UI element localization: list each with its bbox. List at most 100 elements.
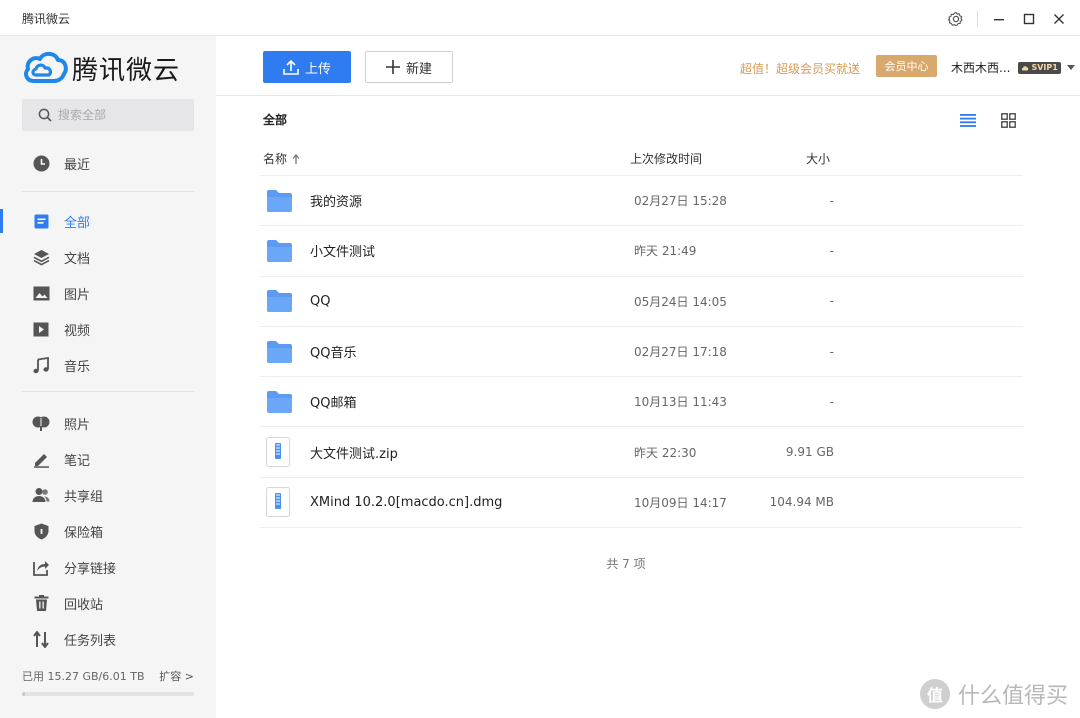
file-name: QQ邮箱 <box>310 396 357 412</box>
vip-promo-link[interactable]: 超值！超级会员买就送 <box>740 60 860 77</box>
breadcrumb: 全部 <box>263 113 288 127</box>
logo-text: 腾讯微云 <box>72 56 181 86</box>
sidebar-item-label: 分享链接 <box>64 561 117 577</box>
document-icon <box>32 212 50 230</box>
app-logo[interactable]: 腾讯微云 <box>22 50 180 87</box>
play-icon <box>32 320 50 338</box>
watermark: 值 什么值得买 <box>919 678 1068 710</box>
sidebar-item-label: 音乐 <box>64 359 91 375</box>
search-icon <box>38 108 52 122</box>
cloud-badge-icon <box>1022 65 1029 70</box>
sidebar-item-videos[interactable]: 视频 <box>0 311 216 347</box>
minimize-icon[interactable] <box>988 8 1010 30</box>
folder-icon <box>260 390 304 414</box>
sidebar-item-docs[interactable]: 文档 <box>0 239 216 275</box>
file-size: 104.94 MB <box>769 495 834 510</box>
new-button[interactable]: 新建 <box>365 51 453 83</box>
file-size: - <box>829 344 834 359</box>
file-row[interactable]: 我的资源 02月27日 15:28 - <box>260 176 1023 227</box>
trash-icon <box>32 594 50 612</box>
nav-group-tools: 照片 笔记 共享组 保险箱 分享链接 回收站 任务列表 <box>0 405 216 657</box>
storage-usage-text: 已用 15.27 GB/6.01 TB <box>22 670 145 683</box>
sidebar-item-groups[interactable]: 共享组 <box>0 477 216 513</box>
folder-icon <box>260 239 304 263</box>
file-size: 9.91 GB <box>785 445 834 460</box>
window-controls <box>937 8 1070 30</box>
shield-icon <box>32 522 50 540</box>
user-menu[interactable]: 木西木西... SVIP1 <box>951 59 1075 76</box>
sidebar-item-label: 照片 <box>64 417 91 433</box>
sidebar-item-tasks[interactable]: 任务列表 <box>0 621 216 657</box>
file-modified-time: 昨天 22:30 <box>634 445 697 460</box>
upload-icon <box>283 59 299 75</box>
sidebar-item-vault[interactable]: 保险箱 <box>0 513 216 549</box>
grid-view-icon[interactable] <box>998 110 1018 130</box>
file-row[interactable]: QQ音乐 02月27日 17:18 - <box>260 327 1023 378</box>
separator <box>977 11 978 27</box>
file-modified-time: 10月09日 14:17 <box>634 495 727 510</box>
divider <box>22 191 194 192</box>
sidebar-item-all[interactable]: 全部 <box>0 203 216 239</box>
file-row[interactable]: 小文件测试 昨天 21:49 - <box>260 226 1023 277</box>
column-header-name[interactable]: 名称 <box>260 150 630 167</box>
close-icon[interactable] <box>1048 8 1070 30</box>
sidebar-item-music[interactable]: 音乐 <box>0 347 216 383</box>
storage-info: 已用 15.27 GB/6.01 TB 扩容 > <box>22 668 194 696</box>
storage-progress-bar <box>22 692 194 696</box>
sidebar-item-label: 图片 <box>64 287 91 303</box>
list-view-icon[interactable] <box>958 110 978 130</box>
search-input[interactable] <box>58 108 178 122</box>
layers-icon <box>32 248 50 266</box>
watermark-logo: 值 <box>919 679 950 709</box>
sidebar-item-label: 笔记 <box>64 453 91 469</box>
folder-icon <box>260 289 304 313</box>
file-row[interactable]: XMind 10.2.0[macdo.cn].dmg 10月09日 14:17 10… <box>260 478 1023 529</box>
file-name: QQ音乐 <box>310 346 357 362</box>
divider <box>22 391 194 392</box>
sidebar-item-label: 视频 <box>64 323 91 339</box>
sidebar-item-recycle-bin[interactable]: 回收站 <box>0 585 216 621</box>
file-size: - <box>829 243 834 258</box>
file-modified-time: 10月13日 11:43 <box>634 395 727 410</box>
file-name: QQ <box>310 293 331 309</box>
upload-button-label: 上传 <box>304 61 331 77</box>
music-icon <box>32 356 50 374</box>
main-content: 全部 名称 上次修改时间 大小 我的资源 02月27日 15:28- 小文件测试 昨天… <box>216 97 1080 718</box>
file-row[interactable]: QQ 05月24日 14:05 - <box>260 277 1023 327</box>
sidebar-item-images[interactable]: 图片 <box>0 275 216 311</box>
sidebar-item-label: 回收站 <box>64 597 104 613</box>
file-row[interactable]: 大文件测试.zip 昨天 22:30 9.91 GB <box>260 427 1023 478</box>
username: 木西木西... <box>951 61 1011 75</box>
title-bar: 腾讯微云 <box>0 0 1080 36</box>
clock-icon <box>32 154 50 172</box>
top-toolbar: 上传 新建 超值！超级会员买就送 会员中心 木西木西... SVIP1 <box>216 36 1080 96</box>
expand-storage-link[interactable]: 扩容 > <box>159 668 194 684</box>
sidebar: 腾讯微云 最近 全部 文档 图 <box>0 36 216 718</box>
sidebar-item-label: 最近 <box>64 157 91 173</box>
transfer-icon <box>32 630 50 648</box>
file-name: 大文件测试.zip <box>310 446 398 462</box>
file-row[interactable]: QQ邮箱 10月13日 11:43 - <box>260 377 1023 428</box>
gear-icon[interactable] <box>945 8 967 30</box>
sidebar-item-label: 保险箱 <box>64 525 104 541</box>
sidebar-item-recent[interactable]: 最近 <box>0 145 216 181</box>
sidebar-item-notes[interactable]: 笔记 <box>0 441 216 477</box>
upload-button[interactable]: 上传 <box>263 51 351 83</box>
file-name: 小文件测试 <box>310 245 376 261</box>
file-table: 名称 上次修改时间 大小 我的资源 02月27日 15:28 - 小文件测试 昨天 21… <box>260 142 1023 529</box>
search-box[interactable] <box>22 99 194 131</box>
folder-icon <box>260 189 304 213</box>
vip-center-button[interactable]: 会员中心 <box>876 55 937 77</box>
sidebar-item-share-links[interactable]: 分享链接 <box>0 549 216 585</box>
sidebar-item-photos[interactable]: 照片 <box>0 405 216 441</box>
column-header-size[interactable]: 大小 <box>780 150 880 167</box>
window-title: 腾讯微云 <box>22 12 71 26</box>
file-size: - <box>829 294 834 309</box>
sidebar-item-label: 全部 <box>64 215 91 231</box>
file-size: - <box>829 193 834 208</box>
column-header-modified[interactable]: 上次修改时间 <box>630 150 780 167</box>
archive-file-icon <box>260 437 304 468</box>
plus-icon <box>385 60 400 74</box>
chevron-down-icon <box>1066 65 1075 70</box>
maximize-icon[interactable] <box>1018 8 1040 30</box>
